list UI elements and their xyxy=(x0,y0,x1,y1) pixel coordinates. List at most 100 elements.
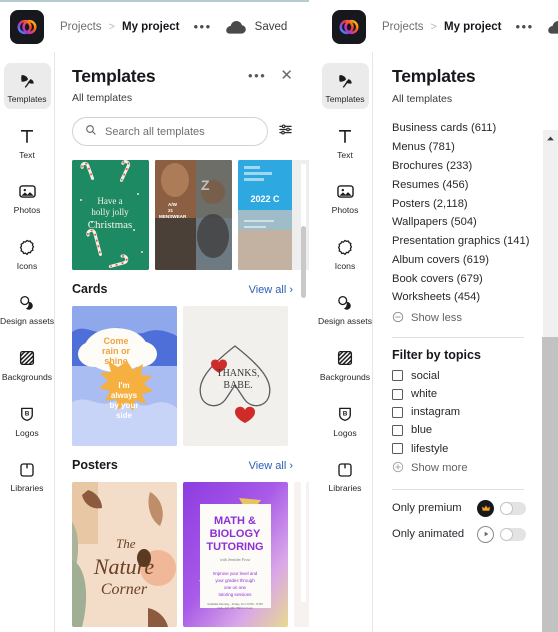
sidebar-item-libraries-right[interactable]: Libraries xyxy=(322,452,369,498)
topic-checkbox-social[interactable]: social xyxy=(392,367,540,385)
cloud-icon xyxy=(225,20,246,34)
checkbox-icon[interactable] xyxy=(392,388,403,400)
thanks-babe-card[interactable]: THANKS, BABE. xyxy=(183,306,288,446)
list-item[interactable]: Album covers (619) xyxy=(392,250,540,269)
topic-checkbox-instagram[interactable]: instagram xyxy=(392,403,540,421)
sidebar-item-logos[interactable]: B Logos xyxy=(4,397,51,443)
design-assets-icon xyxy=(18,293,36,312)
sidebar-item-templates[interactable]: Templates xyxy=(3,63,51,109)
backgrounds-icon-right xyxy=(336,349,354,368)
list-item[interactable]: Menus (781) xyxy=(392,138,540,157)
sidebar-item-text[interactable]: Text xyxy=(4,119,51,165)
svg-text:Improve your level and: Improve your level and xyxy=(213,571,258,576)
breadcrumb-right: Projects > My project xyxy=(382,21,502,33)
right-panel-scrollbar-thumb[interactable] xyxy=(542,337,558,632)
templates-panel: Templates ••• ✕ All templates Search all… xyxy=(56,52,309,632)
sidebar-item-design-assets-right[interactable]: Design assets xyxy=(318,285,372,331)
close-icon[interactable]: ✕ xyxy=(280,68,293,83)
left-panel-scrollbar[interactable] xyxy=(301,164,306,602)
left-panel-scrollbar-thumb[interactable] xyxy=(301,226,306,298)
photos-icon xyxy=(18,182,37,201)
adobe-express-logo-right[interactable] xyxy=(332,10,366,44)
cloud-icon-right xyxy=(547,20,558,34)
sidebar-item-photos[interactable]: Photos xyxy=(4,174,51,220)
panel-more-options-button[interactable]: ••• xyxy=(248,69,266,82)
only-premium-row: Only premium xyxy=(374,490,540,517)
svg-text:with Jennifer Frost: with Jennifer Frost xyxy=(220,557,251,562)
list-item[interactable]: Book covers (679) xyxy=(392,269,540,288)
checkbox-icon[interactable] xyxy=(392,370,403,382)
sidebar-item-templates-label-right: Templates xyxy=(325,94,365,104)
sidebar-item-backgrounds[interactable]: Backgrounds xyxy=(2,341,52,387)
app-window: Projects > My project ••• Saved Template… xyxy=(0,0,558,632)
2022-calendar-art: 2022 C xyxy=(238,160,309,270)
left-panel: Projects > My project ••• Saved Template… xyxy=(0,0,309,632)
sidebar-item-libraries-label: Libraries xyxy=(10,483,44,494)
list-item[interactable]: Business cards (611) xyxy=(392,119,540,138)
sidebar-item-backgrounds-right[interactable]: Backgrounds xyxy=(319,341,371,387)
breadcrumb-projects[interactable]: Projects xyxy=(60,21,102,33)
top-bar-right: Projects > My project ••• xyxy=(310,2,558,52)
math-biology-tutoring-poster[interactable]: MATH & BIOLOGY TUTORING with Jennifer Fr… xyxy=(183,482,288,627)
filter-sliders-icon[interactable] xyxy=(278,122,293,142)
breadcrumb-projects-right[interactable]: Projects xyxy=(382,21,424,33)
sidebar-item-logos-right[interactable]: B Logos xyxy=(322,397,369,443)
scroll-up-arrow[interactable] xyxy=(542,130,558,147)
section-title-posters: Posters xyxy=(72,458,118,472)
category-list: Business cards (611) Menus (781) Brochur… xyxy=(374,105,540,307)
breadcrumb-current-project-right[interactable]: My project xyxy=(444,21,502,33)
view-all-posters-link[interactable]: View all › xyxy=(249,460,293,472)
list-item[interactable]: Brochures (233) xyxy=(392,157,540,176)
backgrounds-icon xyxy=(18,349,36,368)
topic-checkbox-white[interactable]: white xyxy=(392,385,540,403)
breadcrumb-current-project[interactable]: My project xyxy=(122,21,180,33)
show-less-button[interactable]: Show less xyxy=(374,307,540,326)
sidebar-item-icons[interactable]: Icons xyxy=(4,230,51,276)
logos-icon: B xyxy=(18,405,36,424)
templates-icon-right xyxy=(336,71,354,90)
christmas-card-template[interactable]: Have a holly jolly Christmas xyxy=(72,160,149,270)
project-more-options-button[interactable]: ••• xyxy=(194,20,212,33)
only-premium-toggle[interactable] xyxy=(500,501,526,515)
list-item[interactable]: Wallpapers (504) xyxy=(392,213,540,232)
adobe-express-logo-mark-right xyxy=(339,19,359,35)
topic-checkbox-blue[interactable]: blue xyxy=(392,421,540,439)
menswear-collage-template[interactable]: A/W 21 MENSWEAR Z xyxy=(155,160,232,270)
checkbox-icon[interactable] xyxy=(392,424,403,436)
breadcrumb-separator-right: > xyxy=(430,21,437,33)
come-rain-or-shine-card[interactable]: Come rain or shine I'm always by your si… xyxy=(72,306,177,446)
svg-text:holly jolly: holly jolly xyxy=(91,207,129,217)
view-all-cards-link[interactable]: View all › xyxy=(249,284,293,296)
text-icon-right xyxy=(336,127,354,146)
project-more-options-button-right[interactable]: ••• xyxy=(516,20,534,33)
adobe-express-logo[interactable] xyxy=(10,10,44,44)
show-more-button[interactable]: Show more xyxy=(374,458,540,476)
sidebar-item-backgrounds-label-right: Backgrounds xyxy=(319,371,371,382)
svg-text:TUTORING: TUTORING xyxy=(206,541,263,553)
list-item[interactable]: Resumes (456) xyxy=(392,175,540,194)
nature-corner-art: The Nature Corner xyxy=(72,482,177,627)
checkbox-icon[interactable] xyxy=(392,443,403,455)
sidebar-item-text-right[interactable]: Text xyxy=(322,119,369,165)
sidebar-item-design-assets-label-right: Design assets xyxy=(318,316,372,327)
icons-icon xyxy=(18,238,36,257)
sidebar-item-photos-right[interactable]: Photos xyxy=(322,174,369,220)
sidebar-item-icons-right[interactable]: Icons xyxy=(322,230,369,276)
right-panel-scrollbar[interactable] xyxy=(542,130,558,632)
photos-icon-right xyxy=(336,182,355,201)
featured-templates-row: Have a holly jolly Christmas A/W 21 MENS… xyxy=(56,146,309,270)
sidebar-item-design-assets[interactable]: Design assets xyxy=(0,285,54,331)
sidebar-item-templates-right[interactable]: Templates xyxy=(321,63,369,109)
2022-calendar-template[interactable]: 2022 C xyxy=(238,160,309,270)
checkbox-icon[interactable] xyxy=(392,406,403,418)
list-item[interactable]: Worksheets (454) xyxy=(392,288,540,307)
topic-checkbox-lifestyle[interactable]: lifestyle xyxy=(392,440,540,458)
svg-text:B: B xyxy=(25,411,30,418)
only-animated-toggle[interactable] xyxy=(500,527,526,541)
sidebar-item-libraries[interactable]: Libraries xyxy=(4,452,51,498)
list-item[interactable]: Posters (2,118) xyxy=(392,194,540,213)
nature-corner-poster[interactable]: The Nature Corner xyxy=(72,482,177,627)
list-item[interactable]: Presentation graphics (141) xyxy=(392,232,540,251)
sidebar-item-icons-label-right: Icons xyxy=(334,260,356,271)
search-input[interactable]: Search all templates xyxy=(72,117,268,146)
